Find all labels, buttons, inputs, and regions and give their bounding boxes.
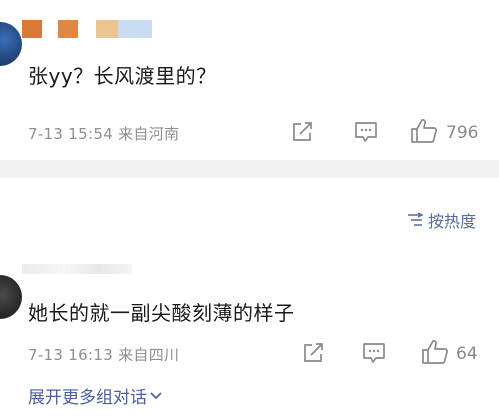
- username-mosaic: [58, 20, 78, 38]
- username-mosaic: [118, 20, 152, 38]
- avatar[interactable]: [0, 275, 22, 319]
- username-faded: [22, 264, 132, 274]
- expand-label: 展开更多组对话: [28, 388, 147, 408]
- comment-text: 她长的就一副尖酸刻薄的样子: [28, 301, 295, 325]
- avatar[interactable]: [0, 22, 22, 66]
- like-count: 64: [456, 344, 478, 364]
- sort-icon: [407, 212, 424, 226]
- thumbs-up-icon[interactable]: [410, 118, 438, 144]
- like-count: 796: [446, 123, 479, 143]
- expand-more-conversations-link[interactable]: 展开更多组对话: [28, 383, 163, 408]
- comment-icon[interactable]: [354, 121, 378, 143]
- username-mosaic: [22, 20, 42, 38]
- section-divider: [0, 160, 499, 178]
- share-icon[interactable]: [302, 342, 326, 364]
- comment-thread: 张yy？长风渡里的？ 7-13 15:54 来自河南 796 按热度 她长的就一…: [0, 0, 499, 420]
- sort-label: 按热度: [427, 212, 476, 231]
- thumbs-up-icon[interactable]: [421, 339, 449, 365]
- username-mosaic: [96, 20, 118, 38]
- comment-text: 张yy？长风渡里的？: [28, 64, 217, 88]
- comment-meta: 7-13 15:54 来自河南: [28, 125, 180, 143]
- comment-card-1: 张yy？长风渡里的？ 7-13 15:54 来自河南 796: [0, 0, 499, 160]
- comment-icon[interactable]: [362, 342, 386, 364]
- comment-meta: 7-13 16:13 来自四川: [28, 346, 180, 364]
- chevron-down-icon: [150, 391, 162, 399]
- share-icon[interactable]: [291, 121, 315, 143]
- sort-by-hot-button[interactable]: 按热度: [407, 208, 476, 232]
